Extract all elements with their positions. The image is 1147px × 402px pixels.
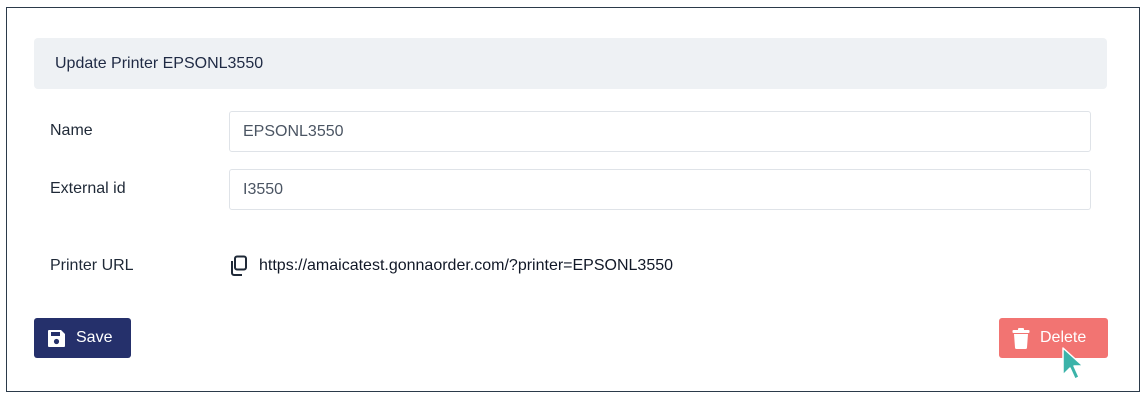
printer-url-row: https://amaicatest.gonnaorder.com/?print… (229, 254, 673, 278)
copy-icon[interactable] (229, 255, 249, 277)
save-button[interactable]: Save (34, 318, 131, 358)
save-button-label: Save (76, 329, 113, 346)
mouse-pointer-icon (1062, 347, 1084, 380)
delete-button[interactable]: Delete (999, 318, 1108, 358)
panel-header: Update Printer EPSONL3550 (34, 38, 1107, 89)
trash-icon (1012, 327, 1030, 349)
name-input[interactable] (229, 111, 1091, 152)
floppy-disk-icon (47, 329, 66, 348)
update-printer-panel: Update Printer EPSONL3550 Name External … (6, 7, 1140, 392)
printer-url-label: Printer URL (50, 257, 134, 274)
external-id-label: External id (50, 180, 126, 197)
name-label: Name (50, 122, 93, 139)
printer-url-value: https://amaicatest.gonnaorder.com/?print… (259, 257, 674, 274)
delete-button-label: Delete (1040, 329, 1087, 346)
panel-title: Update Printer EPSONL3550 (55, 54, 264, 72)
external-id-input[interactable] (229, 169, 1091, 210)
